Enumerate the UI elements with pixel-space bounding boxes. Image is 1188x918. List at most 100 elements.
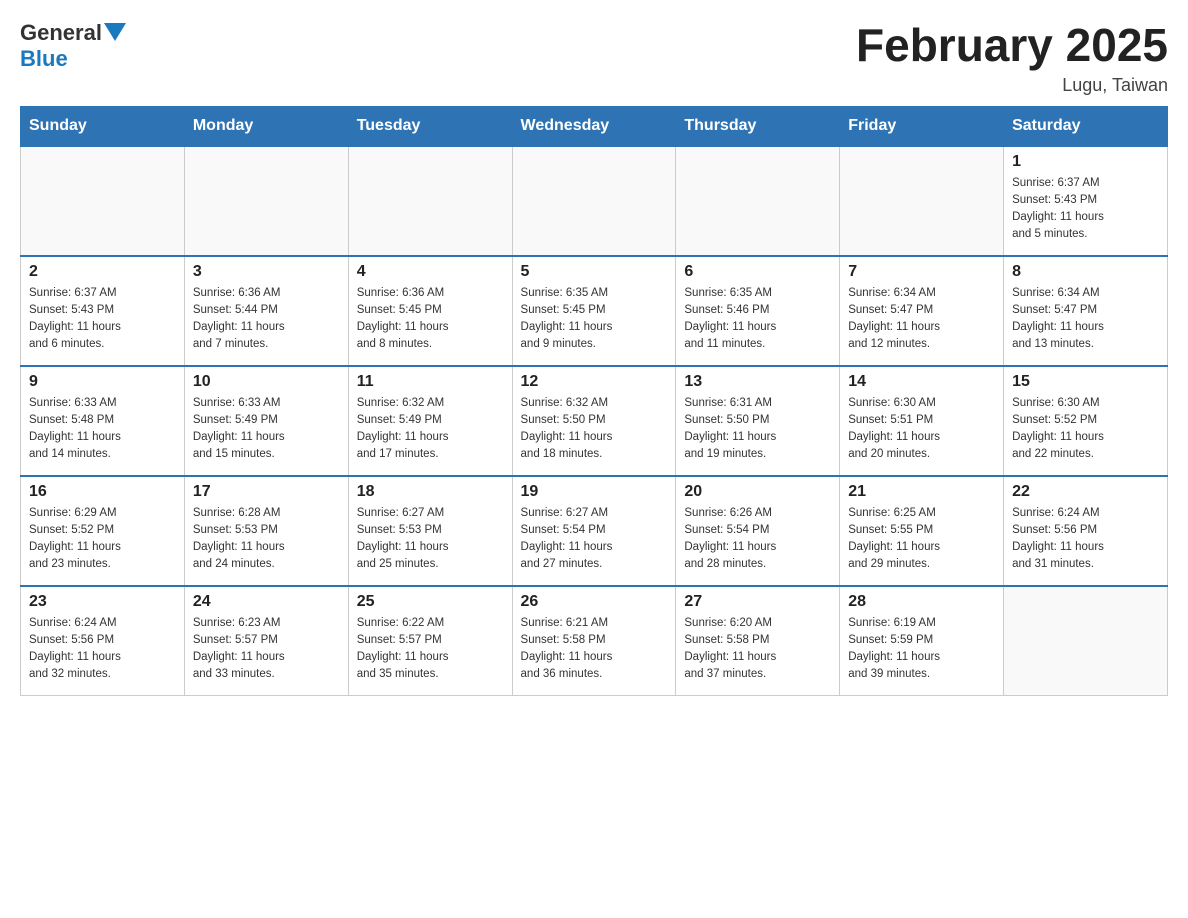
day-info: Sunrise: 6:29 AMSunset: 5:52 PMDaylight:… [29, 505, 176, 574]
day-info: Sunrise: 6:32 AMSunset: 5:50 PMDaylight:… [521, 395, 668, 464]
day-number: 6 [684, 263, 831, 281]
day-info: Sunrise: 6:33 AMSunset: 5:49 PMDaylight:… [193, 395, 340, 464]
table-row: 13Sunrise: 6:31 AMSunset: 5:50 PMDayligh… [676, 366, 840, 476]
day-info: Sunrise: 6:36 AMSunset: 5:45 PMDaylight:… [357, 285, 504, 354]
day-info: Sunrise: 6:27 AMSunset: 5:53 PMDaylight:… [357, 505, 504, 574]
logo: General Blue [20, 20, 126, 72]
table-row: 2 Sunrise: 6:37 AMSunset: 5:43 PMDaylight… [21, 256, 185, 366]
calendar-week-row: 2 Sunrise: 6:37 AMSunset: 5:43 PMDaylight… [21, 256, 1168, 366]
table-row: 18 Sunrise: 6:27 AMSunset: 5:53 PMDayligh… [348, 476, 512, 586]
table-row: 10 Sunrise: 6:33 AMSunset: 5:49 PMDayligh… [184, 366, 348, 476]
day-info: Sunrise: 6:24 AMSunset: 5:56 PMDaylight:… [1012, 505, 1159, 574]
day-info: Sunrise: 6:23 AMSunset: 5:57 PMDaylight:… [193, 615, 340, 684]
header-tuesday: Tuesday [348, 106, 512, 146]
day-info: Sunrise: 6:28 AMSunset: 5:53 PMDaylight:… [193, 505, 340, 574]
table-row: 14 Sunrise: 6:30 AMSunset: 5:51 PMDayligh… [840, 366, 1004, 476]
day-number: 2 [29, 263, 176, 281]
day-number: 8 [1012, 263, 1159, 281]
calendar-week-row: 23Sunrise: 6:24 AMSunset: 5:56 PMDayligh… [21, 586, 1168, 696]
day-number: 21 [848, 483, 995, 501]
day-number: 25 [357, 593, 504, 611]
table-row: 24 Sunrise: 6:23 AMSunset: 5:57 PMDayligh… [184, 586, 348, 696]
calendar-week-row: 1Sunrise: 6:37 AMSunset: 5:43 PMDaylight… [21, 146, 1168, 256]
table-row [21, 146, 185, 256]
table-row [840, 146, 1004, 256]
header-wednesday: Wednesday [512, 106, 676, 146]
day-info: Sunrise: 6:30 AMSunset: 5:52 PMDaylight:… [1012, 395, 1159, 464]
day-info: Sunrise: 6:30 AMSunset: 5:51 PMDaylight:… [848, 395, 995, 464]
table-row: 21 Sunrise: 6:25 AMSunset: 5:55 PMDayligh… [840, 476, 1004, 586]
day-number: 28 [848, 593, 995, 611]
day-info: Sunrise: 6:27 AMSunset: 5:54 PMDaylight:… [521, 505, 668, 574]
table-row: 25Sunrise: 6:22 AMSunset: 5:57 PMDayligh… [348, 586, 512, 696]
table-row: 11Sunrise: 6:32 AMSunset: 5:49 PMDayligh… [348, 366, 512, 476]
day-number: 10 [193, 373, 340, 391]
table-row: 19 Sunrise: 6:27 AMSunset: 5:54 PMDayligh… [512, 476, 676, 586]
header-friday: Friday [840, 106, 1004, 146]
table-row: 8 Sunrise: 6:34 AMSunset: 5:47 PMDaylight… [1004, 256, 1168, 366]
table-row: 22 Sunrise: 6:24 AMSunset: 5:56 PMDayligh… [1004, 476, 1168, 586]
day-number: 27 [684, 593, 831, 611]
day-number: 3 [193, 263, 340, 281]
day-info: Sunrise: 6:19 AMSunset: 5:59 PMDaylight:… [848, 615, 995, 684]
table-row [348, 146, 512, 256]
day-number: 12 [521, 373, 668, 391]
table-row [1004, 586, 1168, 696]
table-row: 16 Sunrise: 6:29 AMSunset: 5:52 PMDayligh… [21, 476, 185, 586]
table-row: 1Sunrise: 6:37 AMSunset: 5:43 PMDaylight… [1004, 146, 1168, 256]
day-number: 4 [357, 263, 504, 281]
day-info: Sunrise: 6:20 AMSunset: 5:58 PMDaylight:… [684, 615, 831, 684]
day-number: 19 [521, 483, 668, 501]
table-row: 5Sunrise: 6:35 AMSunset: 5:45 PMDaylight… [512, 256, 676, 366]
day-number: 9 [29, 373, 176, 391]
table-row: 27 Sunrise: 6:20 AMSunset: 5:58 PMDayligh… [676, 586, 840, 696]
day-info: Sunrise: 6:31 AMSunset: 5:50 PMDaylight:… [684, 395, 831, 464]
header-thursday: Thursday [676, 106, 840, 146]
day-number: 18 [357, 483, 504, 501]
table-row: 6 Sunrise: 6:35 AMSunset: 5:46 PMDaylight… [676, 256, 840, 366]
day-number: 7 [848, 263, 995, 281]
table-row: 20 Sunrise: 6:26 AMSunset: 5:54 PMDayligh… [676, 476, 840, 586]
day-info: Sunrise: 6:33 AMSunset: 5:48 PMDaylight:… [29, 395, 176, 464]
calendar-table: Sunday Monday Tuesday Wednesday Thursday… [20, 106, 1168, 697]
day-number: 26 [521, 593, 668, 611]
table-row: 12 Sunrise: 6:32 AMSunset: 5:50 PMDayligh… [512, 366, 676, 476]
day-number: 14 [848, 373, 995, 391]
title-section: February 2025 Lugu, Taiwan [856, 20, 1168, 96]
table-row: 17 Sunrise: 6:28 AMSunset: 5:53 PMDayligh… [184, 476, 348, 586]
table-row: 9 Sunrise: 6:33 AMSunset: 5:48 PMDaylight… [21, 366, 185, 476]
day-info: Sunrise: 6:24 AMSunset: 5:56 PMDaylight:… [29, 615, 176, 684]
day-info: Sunrise: 6:32 AMSunset: 5:49 PMDaylight:… [357, 395, 504, 464]
weekday-header-row: Sunday Monday Tuesday Wednesday Thursday… [21, 106, 1168, 146]
day-info: Sunrise: 6:21 AMSunset: 5:58 PMDaylight:… [521, 615, 668, 684]
day-number: 24 [193, 593, 340, 611]
day-info: Sunrise: 6:25 AMSunset: 5:55 PMDaylight:… [848, 505, 995, 574]
table-row: 3Sunrise: 6:36 AMSunset: 5:44 PMDaylight… [184, 256, 348, 366]
calendar-week-row: 16 Sunrise: 6:29 AMSunset: 5:52 PMDayligh… [21, 476, 1168, 586]
day-info: Sunrise: 6:34 AMSunset: 5:47 PMDaylight:… [848, 285, 995, 354]
calendar-week-row: 9 Sunrise: 6:33 AMSunset: 5:48 PMDaylight… [21, 366, 1168, 476]
table-row: 23Sunrise: 6:24 AMSunset: 5:56 PMDayligh… [21, 586, 185, 696]
logo-blue-text: Blue [20, 46, 68, 71]
header-monday: Monday [184, 106, 348, 146]
day-number: 5 [521, 263, 668, 281]
header-saturday: Saturday [1004, 106, 1168, 146]
day-info: Sunrise: 6:34 AMSunset: 5:47 PMDaylight:… [1012, 285, 1159, 354]
day-info: Sunrise: 6:37 AMSunset: 5:43 PMDaylight:… [1012, 175, 1159, 244]
table-row: 15 Sunrise: 6:30 AMSunset: 5:52 PMDayligh… [1004, 366, 1168, 476]
day-number: 15 [1012, 373, 1159, 391]
day-info: Sunrise: 6:35 AMSunset: 5:46 PMDaylight:… [684, 285, 831, 354]
day-number: 22 [1012, 483, 1159, 501]
day-info: Sunrise: 6:26 AMSunset: 5:54 PMDaylight:… [684, 505, 831, 574]
day-number: 20 [684, 483, 831, 501]
day-info: Sunrise: 6:37 AMSunset: 5:43 PMDaylight:… [29, 285, 176, 354]
location-subtitle: Lugu, Taiwan [856, 75, 1168, 96]
table-row: 26 Sunrise: 6:21 AMSunset: 5:58 PMDayligh… [512, 586, 676, 696]
logo-triangle-icon [104, 23, 126, 45]
day-number: 17 [193, 483, 340, 501]
table-row: 4 Sunrise: 6:36 AMSunset: 5:45 PMDaylight… [348, 256, 512, 366]
logo-general-text: General [20, 20, 102, 46]
table-row: 7 Sunrise: 6:34 AMSunset: 5:47 PMDaylight… [840, 256, 1004, 366]
day-number: 16 [29, 483, 176, 501]
table-row [512, 146, 676, 256]
